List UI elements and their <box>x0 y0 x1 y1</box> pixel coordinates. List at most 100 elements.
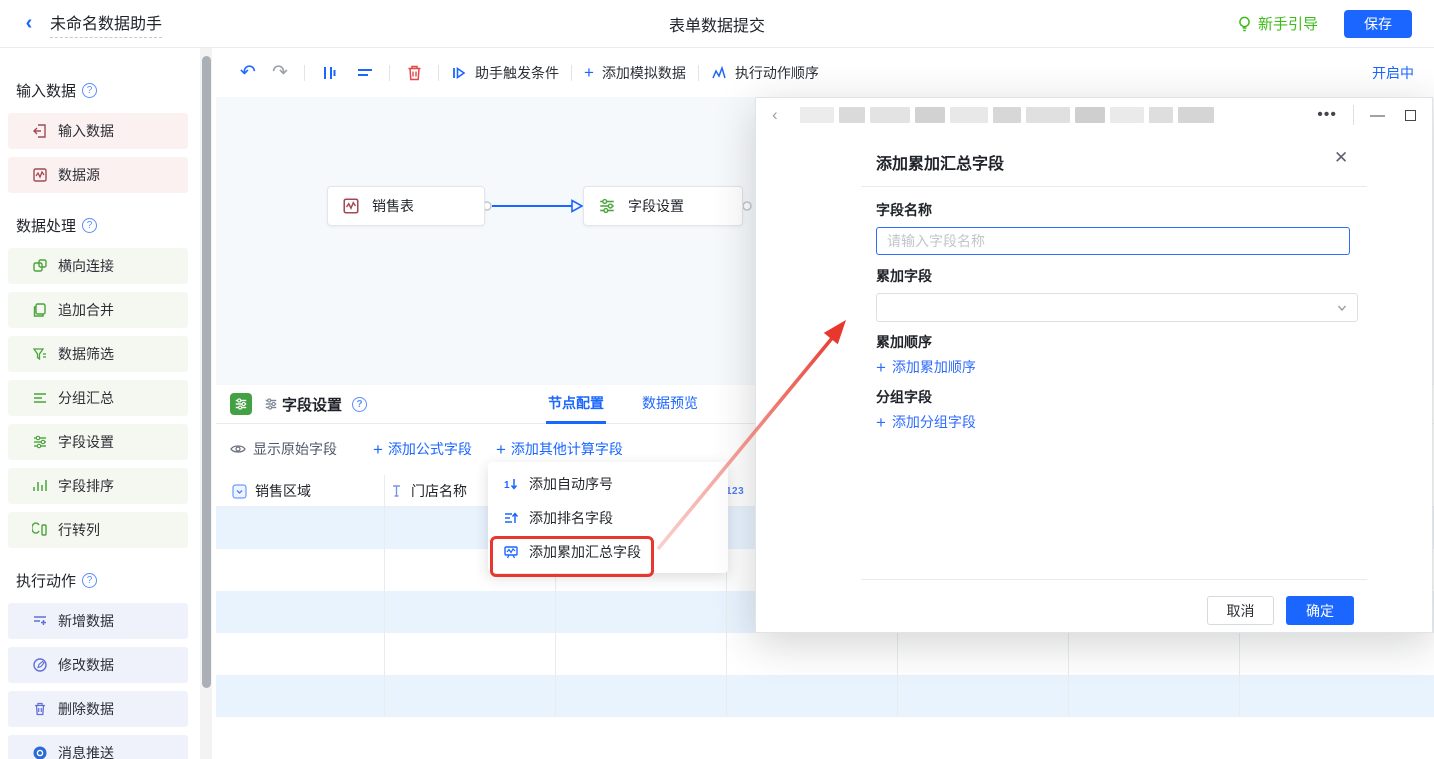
menu-item-accum-summary[interactable]: 添加累加汇总字段 <box>488 535 728 569</box>
canvas-toolbar: ↶ ↷ <box>216 48 1434 97</box>
accum-summary-icon <box>503 544 519 560</box>
section-title-input: 输入数据 ? <box>16 80 200 101</box>
table-row[interactable] <box>216 675 1434 717</box>
column-header-numeric[interactable]: 123 <box>726 475 744 507</box>
field-settings-icon <box>32 434 48 450</box>
column-label: 门店名称 <box>411 481 467 501</box>
sidebar-item-append[interactable]: 追加合并 <box>8 292 188 328</box>
sidebar-item-join[interactable]: 横向连接 <box>8 248 188 284</box>
menu-item-rank-field[interactable]: 添加排名字段 <box>488 501 728 535</box>
sidebar-item-label: 行转列 <box>58 520 100 540</box>
help-icon[interactable]: ? <box>82 218 97 233</box>
add-mock-data-button[interactable]: + 添加模拟数据 <box>584 63 686 83</box>
dialog-divider <box>861 186 1367 187</box>
sidebar-item-input-data[interactable]: 输入数据 <box>8 113 188 149</box>
sidebar-item-group-summary[interactable]: 分组汇总 <box>8 380 188 416</box>
save-button[interactable]: 保存 <box>1344 10 1412 38</box>
more-options-icon[interactable]: ••• <box>1317 106 1337 124</box>
section-title-actions: 执行动作 ? <box>16 570 200 591</box>
toolbar-divider <box>389 65 390 81</box>
accum-field-label: 累加字段 <box>876 266 932 286</box>
align-horizontal-button[interactable] <box>317 61 341 85</box>
help-icon[interactable]: ? <box>352 397 367 412</box>
toolbar-divider <box>698 65 699 81</box>
edit-data-icon <box>32 657 48 673</box>
add-formula-field-button[interactable]: + 添加公式字段 <box>373 439 472 459</box>
assistant-title[interactable]: 未命名数据助手 <box>50 10 162 38</box>
sidebar-item-label: 消息推送 <box>58 743 114 759</box>
sidebar-item-field-sort[interactable]: 字段排序 <box>8 468 188 504</box>
controls-divider <box>1353 105 1354 125</box>
accum-summary-modal-window: ‹ ••• — 添加累加汇总字段 ✕ 字段名称 累加字段 <box>755 97 1433 633</box>
show-original-fields-toggle[interactable]: 显示原始字段 <box>230 439 337 459</box>
rank-field-icon <box>503 510 519 526</box>
redo-icon: ↷ <box>272 63 288 82</box>
help-icon[interactable]: ? <box>82 83 97 98</box>
confirm-button[interactable]: 确定 <box>1286 596 1354 625</box>
lightbulb-icon <box>1237 16 1252 32</box>
cancel-button[interactable]: 取消 <box>1207 596 1274 625</box>
sidebar-item-delete-data[interactable]: 删除数据 <box>8 691 188 727</box>
section-label: 数据处理 <box>16 215 76 236</box>
show-original-label: 显示原始字段 <box>253 439 337 459</box>
number-type-icon: 123 <box>726 486 744 497</box>
section-label: 执行动作 <box>16 570 76 591</box>
sidebar-item-message-push[interactable]: 消息推送 <box>8 735 188 759</box>
sidebar-item-field-settings[interactable]: 字段设置 <box>8 424 188 460</box>
censored-window-title <box>800 107 1214 123</box>
flow-edge <box>216 97 776 385</box>
menu-item-auto-serial[interactable]: 1 添加自动序号 <box>488 467 728 501</box>
back-chevron-icon: ‹ <box>26 12 33 35</box>
chevron-down-icon <box>1336 302 1348 314</box>
append-icon <box>32 302 48 318</box>
add-other-calc-field-button[interactable]: + 添加其他计算字段 <box>496 439 623 459</box>
newbie-guide-link[interactable]: 新手引导 <box>1237 13 1318 34</box>
sidebar-item-label: 字段排序 <box>58 476 114 496</box>
sidebar-item-label: 分组汇总 <box>58 388 114 408</box>
add-accum-order-link[interactable]: + 添加累加顺序 <box>876 357 976 377</box>
trigger-condition-button[interactable]: 助手触发条件 <box>451 63 559 83</box>
group-summary-icon <box>32 390 48 406</box>
modal-titlebar: ‹ ••• — <box>756 98 1432 132</box>
field-name-label: 字段名称 <box>876 200 932 220</box>
sidebar-item-add-data[interactable]: 新增数据 <box>8 603 188 639</box>
redo-button[interactable]: ↷ <box>268 61 292 85</box>
topbar-right: 新手引导 保存 <box>1237 10 1412 38</box>
add-group-field-link[interactable]: + 添加分组字段 <box>876 412 976 432</box>
node-field-settings[interactable]: 字段设置 <box>583 186 743 226</box>
sidebar-item-label: 数据源 <box>58 165 100 185</box>
sidebar-item-datasource[interactable]: 数据源 <box>8 157 188 193</box>
column-header-sales-region[interactable]: 销售区域 <box>232 475 311 507</box>
modal-back-icon[interactable]: ‹ <box>772 105 778 125</box>
action-order-button[interactable]: 执行动作顺序 <box>711 63 819 83</box>
undo-button[interactable]: ↶ <box>236 61 260 85</box>
toolbar-divider <box>438 65 439 81</box>
help-icon[interactable]: ? <box>82 573 97 588</box>
node-sales-table[interactable]: 销售表 <box>327 186 485 226</box>
sidebar-item-filter[interactable]: 数据筛选 <box>8 336 188 372</box>
sidebar-scrollbar[interactable] <box>200 48 212 759</box>
back-button[interactable]: ‹ <box>18 13 40 35</box>
tab-node-config[interactable]: 节点配置 <box>546 385 606 424</box>
sidebar-item-label: 横向连接 <box>58 256 114 276</box>
dialog-close-icon[interactable]: ✕ <box>1334 148 1348 168</box>
toolbar-divider <box>304 65 305 81</box>
field-sort-icon <box>32 478 48 494</box>
status-enabled[interactable]: 开启中 <box>1372 63 1414 83</box>
maximize-icon[interactable] <box>1405 110 1416 121</box>
delete-node-button[interactable] <box>402 61 426 85</box>
plus-icon: + <box>876 414 886 431</box>
column-header-store-name[interactable]: 门店名称 <box>390 475 467 507</box>
minimize-icon[interactable]: — <box>1370 107 1385 124</box>
field-settings-mini-icon <box>264 397 278 411</box>
accum-field-select[interactable] <box>876 293 1358 322</box>
sidebar-item-edit-data[interactable]: 修改数据 <box>8 647 188 683</box>
section-label: 输入数据 <box>16 80 76 101</box>
sidebar-item-label: 字段设置 <box>58 432 114 452</box>
field-name-input[interactable] <box>876 227 1350 255</box>
scrollbar-thumb[interactable] <box>202 56 211 688</box>
tab-data-preview[interactable]: 数据预览 <box>640 385 700 424</box>
sidebar-item-row-to-column[interactable]: 行转列 <box>8 512 188 548</box>
align-vertical-button[interactable] <box>353 61 377 85</box>
sidebar-item-label: 删除数据 <box>58 699 114 719</box>
